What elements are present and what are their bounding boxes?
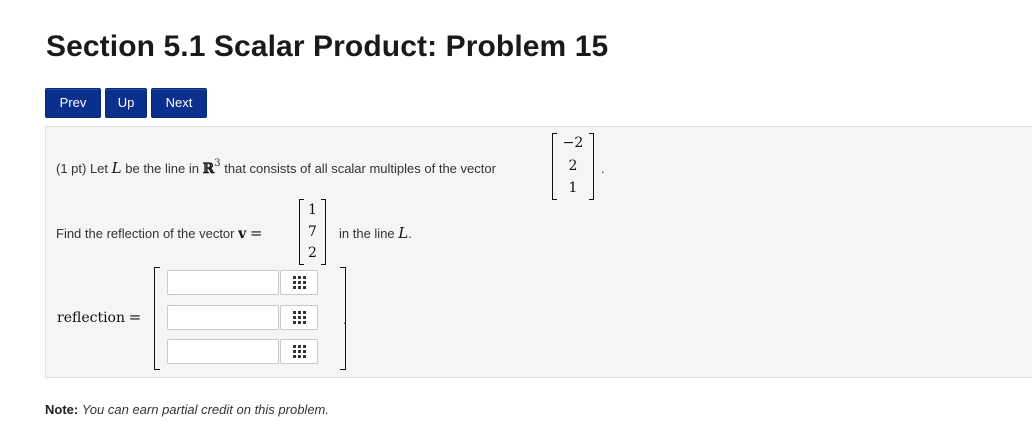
input-vector: 1 7 2 [299,199,326,265]
answer-label-group: reflection = [57,308,141,326]
note: Note: You can earn partial credit on thi… [45,402,329,417]
equation-editor-button[interactable] [280,270,318,295]
vector-entry: 1 [308,202,317,218]
find-reflection-text: Find the reflection of the vector v = [56,224,262,242]
be-the-line-in-text: be the line in [125,161,199,176]
equals-sign: = [249,224,263,242]
answer-input-1[interactable] [167,270,279,295]
answer-input-2[interactable] [167,305,279,330]
v-symbol: v [238,226,247,242]
consists-text: that consists of all scalar multiples of… [224,161,496,176]
answer-input-3[interactable] [167,339,279,364]
answer-matrix [154,267,346,370]
up-button[interactable]: Up [105,88,147,118]
in-the-line-label: in the line [339,226,395,241]
prev-button[interactable]: Prev [45,88,101,118]
note-label: Note: [45,402,79,417]
equation-editor-button[interactable] [280,305,318,330]
grid-icon [293,311,306,324]
vector-entry: −2 [562,135,584,151]
period-text: . [601,161,605,176]
direction-vector: −2 2 1 [552,133,594,200]
page-title: Section 5.1 Scalar Product: Problem 15 [46,30,609,63]
answer-label: reflection [57,310,125,326]
equation-editor-button[interactable] [280,339,318,364]
note-text: You can earn partial credit on this prob… [81,402,329,417]
left-bracket [154,267,160,370]
problem-body: (1 pt) Let L be the line in ℝ3 that cons… [45,126,1032,378]
vector-entry: 7 [308,224,317,240]
points-text: (1 pt) Let [56,161,109,176]
grid-icon [293,345,306,358]
next-button[interactable]: Next [151,88,207,118]
grid-icon [293,276,306,289]
vector-entry: 2 [308,245,317,261]
find-text: Find the reflection of the vector [56,226,235,241]
vector-entry: 2 [568,158,578,174]
line-symbol: L [111,159,122,177]
real-space-symbol: ℝ [202,161,215,177]
line-symbol: L [398,224,409,242]
problem-statement: (1 pt) Let L be the line in ℝ3 that cons… [56,157,496,177]
equals-sign: = [128,308,142,326]
vector-entry: 1 [568,180,578,196]
space-exponent: 3 [214,157,221,169]
period-text: . [343,312,347,327]
period-text: . [408,226,412,241]
in-the-line-text: in the line L. [339,224,412,242]
